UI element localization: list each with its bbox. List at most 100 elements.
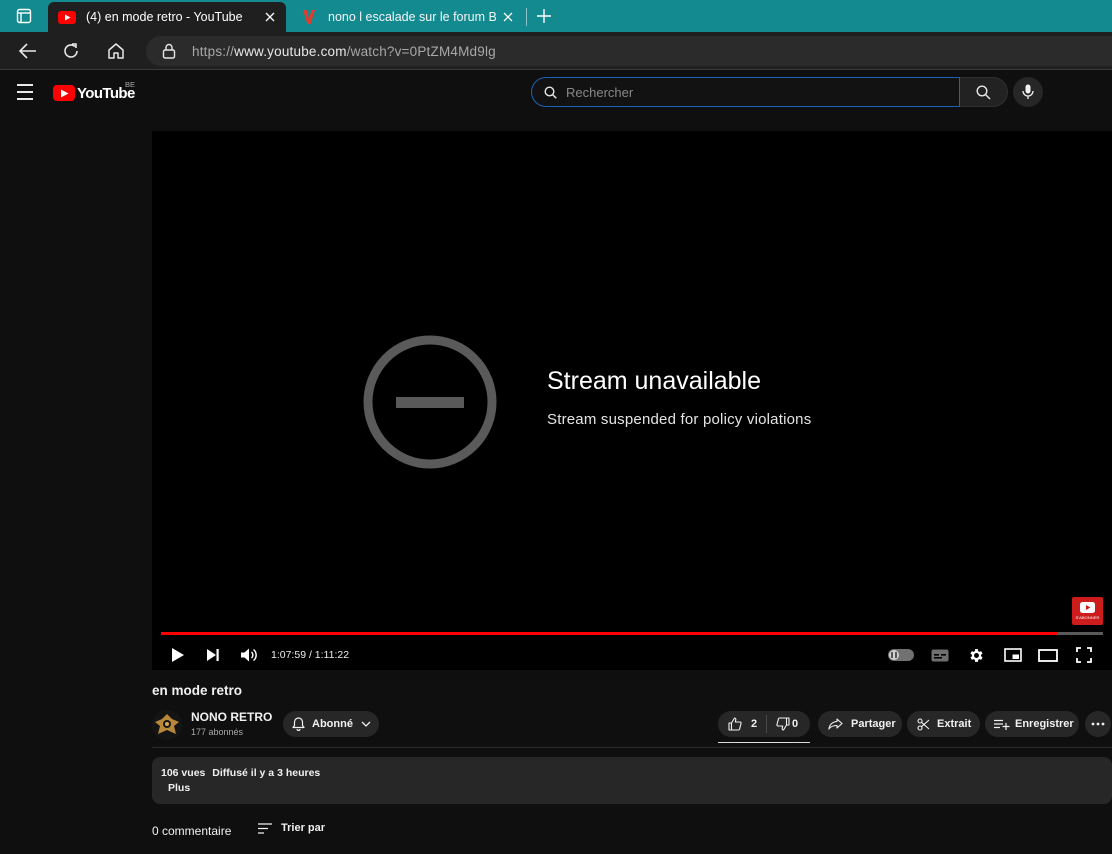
next-button[interactable] bbox=[201, 643, 225, 667]
view-count: 106 vues bbox=[161, 767, 206, 779]
dislike-button[interactable]: 0 bbox=[767, 717, 798, 731]
lock-icon bbox=[162, 43, 182, 59]
description-box[interactable]: 106 vues Diffusé il y a 3 heures Plus bbox=[152, 757, 1112, 804]
refresh-button[interactable] bbox=[57, 37, 85, 65]
sort-icon bbox=[258, 822, 272, 834]
tab-actions-icon bbox=[16, 8, 32, 24]
video-player[interactable]: Stream unavailable Stream suspended for … bbox=[152, 131, 1112, 670]
autoplay-toggle[interactable] bbox=[888, 649, 914, 661]
arrow-left-icon bbox=[19, 43, 36, 59]
home-button[interactable] bbox=[102, 37, 130, 65]
bell-icon bbox=[292, 717, 305, 731]
theater-mode-button[interactable] bbox=[1036, 643, 1060, 667]
error-title: Stream unavailable bbox=[547, 367, 762, 395]
search-input[interactable] bbox=[566, 84, 926, 100]
search-field[interactable] bbox=[531, 77, 960, 107]
home-icon bbox=[108, 43, 124, 59]
pause-icon bbox=[891, 652, 897, 658]
miniplayer-icon bbox=[1004, 648, 1022, 662]
youtube-play-icon bbox=[53, 85, 75, 101]
volume-icon bbox=[240, 648, 257, 662]
time-display: 1:07:59 / 1:11:22 bbox=[271, 649, 350, 661]
channel-name[interactable]: NONO RETRO bbox=[191, 710, 272, 724]
browser-toolbar: https://www.youtube.com/watch?v=0PtZM4Md… bbox=[0, 32, 1112, 70]
divider bbox=[152, 747, 1112, 748]
channel-logo-icon bbox=[152, 710, 182, 740]
dislike-count: 0 bbox=[792, 718, 799, 730]
play-icon bbox=[172, 648, 184, 662]
subscriber-count: 177 abonnés bbox=[191, 727, 244, 737]
tab-actions-button[interactable] bbox=[0, 0, 48, 32]
sort-comments-button[interactable]: Trier par bbox=[258, 822, 325, 834]
play-button[interactable] bbox=[166, 643, 190, 667]
share-button[interactable]: Partager bbox=[818, 711, 902, 737]
tab-title: (4) en mode retro - YouTube bbox=[86, 10, 243, 24]
like-button[interactable]: 2 bbox=[718, 717, 766, 731]
address-bar[interactable]: https://www.youtube.com/watch?v=0PtZM4Md… bbox=[146, 36, 1112, 66]
skip-next-icon bbox=[207, 649, 219, 661]
comment-count: 0 commentaire bbox=[152, 824, 232, 838]
miniplayer-button[interactable] bbox=[1001, 643, 1025, 667]
fullscreen-icon bbox=[1076, 647, 1092, 663]
search-icon bbox=[976, 84, 991, 99]
more-actions-button[interactable] bbox=[1085, 711, 1111, 737]
search-icon bbox=[544, 85, 558, 99]
url-text: https://www.youtube.com/watch?v=0PtZM4Md… bbox=[192, 43, 496, 59]
scissors-icon bbox=[917, 717, 930, 731]
subtitles-button[interactable] bbox=[928, 643, 952, 667]
youtube-play-icon bbox=[1080, 602, 1095, 613]
settings-button[interactable] bbox=[964, 643, 988, 667]
tab-close-button[interactable] bbox=[496, 5, 520, 29]
tab-youtube[interactable]: (4) en mode retro - YouTube bbox=[48, 2, 286, 32]
youtube-logo[interactable]: YouTube BE bbox=[53, 80, 136, 103]
progress-bar[interactable] bbox=[161, 632, 1103, 635]
playlist-add-icon bbox=[994, 719, 1010, 730]
like-bar-underline bbox=[718, 742, 810, 743]
progress-fill bbox=[161, 632, 1059, 635]
close-icon bbox=[265, 12, 275, 22]
browser-tab-strip: (4) en mode retro - YouTube nono l escal… bbox=[0, 0, 1112, 32]
publish-date: Diffusé il y a 3 heures bbox=[212, 767, 321, 779]
tab-forum[interactable]: nono l escalade sur le forum Blabla bbox=[290, 2, 524, 32]
channel-row: NONO RETRO 177 abonnés Abonné 2 0 Partag… bbox=[152, 706, 1112, 743]
video-title: en mode retro bbox=[152, 683, 243, 698]
error-subtitle: Stream suspended for policy violations bbox=[547, 411, 812, 428]
new-tab-button[interactable] bbox=[532, 4, 556, 28]
fullscreen-button[interactable] bbox=[1072, 643, 1096, 667]
subscribe-watermark[interactable]: S'ABONNER bbox=[1072, 597, 1103, 625]
clip-button[interactable]: Extrait bbox=[907, 711, 980, 737]
youtube-favicon-icon bbox=[58, 10, 76, 24]
close-icon bbox=[503, 12, 513, 22]
region-code: BE bbox=[125, 80, 136, 89]
tab-close-button[interactable] bbox=[258, 5, 282, 29]
refresh-icon bbox=[64, 43, 78, 58]
chevron-down-icon bbox=[361, 721, 371, 727]
more-horizontal-icon bbox=[1091, 722, 1105, 726]
search-button[interactable] bbox=[960, 77, 1008, 107]
volume-button[interactable] bbox=[237, 643, 261, 667]
thumbs-down-icon bbox=[776, 717, 790, 731]
channel-avatar[interactable] bbox=[152, 710, 182, 740]
video-stats: 106 vues Diffusé il y a 3 heures bbox=[161, 767, 324, 779]
forum-favicon-icon bbox=[300, 10, 318, 24]
gear-icon bbox=[969, 648, 983, 662]
like-count: 2 bbox=[751, 718, 758, 730]
like-dislike-bar: 2 0 bbox=[718, 711, 810, 737]
stream-unavailable-icon bbox=[363, 335, 497, 469]
tab-separator bbox=[526, 8, 527, 26]
show-more-button[interactable]: Plus bbox=[168, 782, 190, 794]
youtube-header: YouTube BE bbox=[0, 71, 1112, 113]
player-controls: 1:07:59 / 1:11:22 bbox=[152, 639, 1112, 670]
subscribed-button[interactable]: Abonné bbox=[283, 711, 379, 737]
tab-title: nono l escalade sur le forum Blabla bbox=[328, 10, 496, 24]
subtitles-icon bbox=[931, 649, 949, 661]
plus-icon bbox=[537, 9, 551, 23]
save-button[interactable]: Enregistrer bbox=[985, 711, 1079, 737]
back-button[interactable] bbox=[14, 37, 42, 65]
comments-header: 0 commentaire Trier par bbox=[152, 822, 452, 840]
theater-mode-icon bbox=[1038, 648, 1058, 662]
thumbs-up-icon bbox=[728, 717, 742, 731]
menu-button[interactable] bbox=[17, 82, 37, 102]
microphone-icon bbox=[1022, 84, 1034, 99]
voice-search-button[interactable] bbox=[1013, 77, 1043, 107]
